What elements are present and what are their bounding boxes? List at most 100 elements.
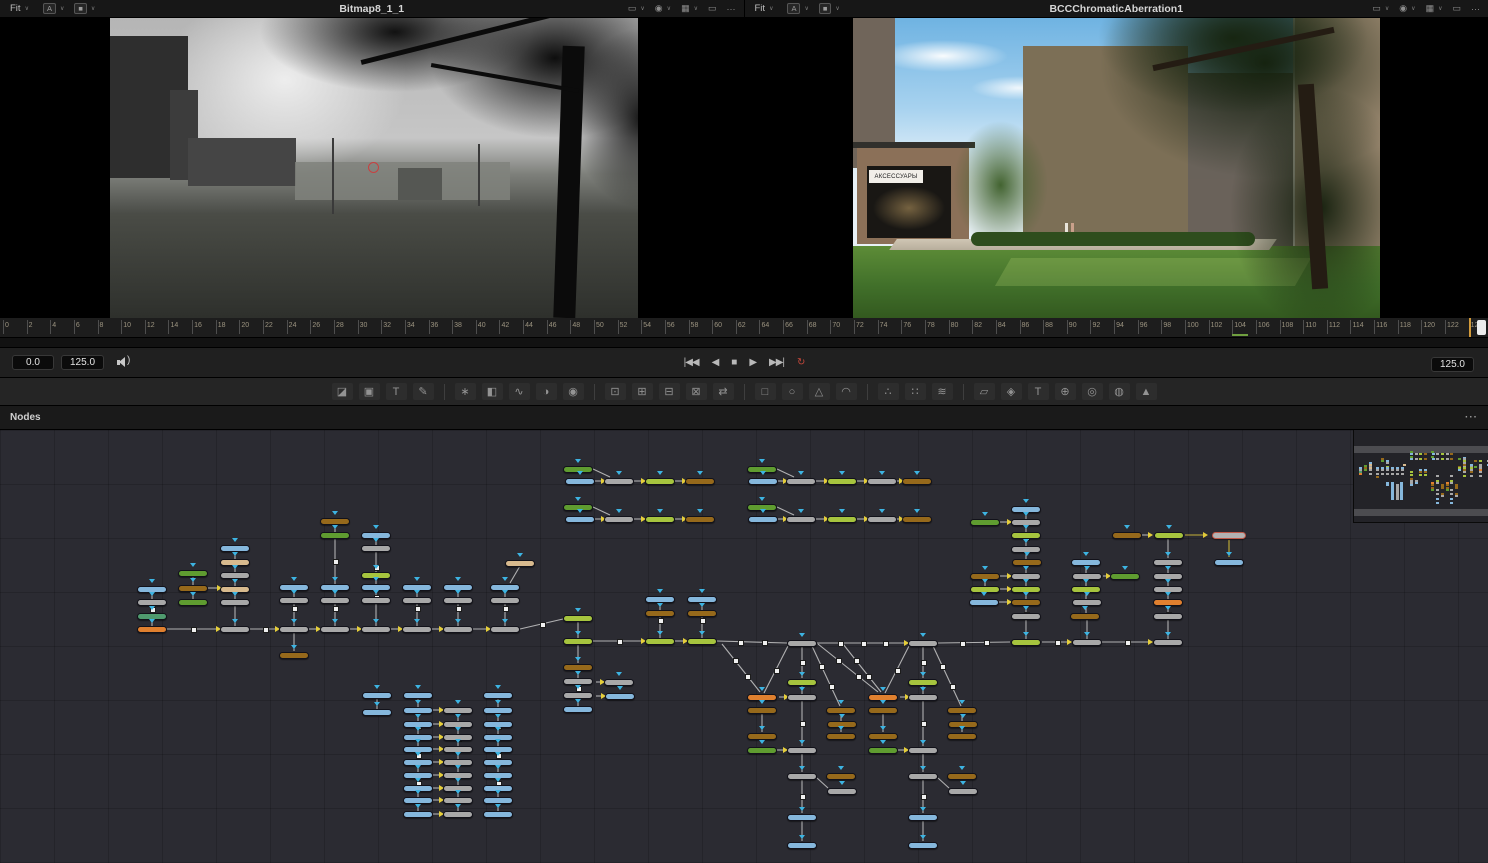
- fusion-node[interactable]: [867, 515, 897, 523]
- fusion-node[interactable]: [362, 691, 392, 699]
- fusion-node[interactable]: [1214, 558, 1244, 566]
- viewer-layout-select[interactable]: ■ ∨: [74, 3, 95, 14]
- fusion-node[interactable]: [908, 813, 938, 821]
- fusion-node[interactable]: [787, 841, 817, 849]
- merge3d-tool-button[interactable]: ⊕: [1054, 383, 1076, 400]
- fusion-node[interactable]: [563, 677, 593, 685]
- fusion-node[interactable]: [748, 477, 778, 485]
- pemitter-tool-button[interactable]: ∴: [877, 383, 899, 400]
- polygon-mask-tool-button[interactable]: △: [808, 383, 830, 400]
- mattecontrol-tool-button[interactable]: ⊠: [685, 383, 707, 400]
- fusion-node[interactable]: [361, 625, 391, 633]
- fusion-node[interactable]: [505, 559, 535, 567]
- fusion-node[interactable]: [908, 678, 938, 686]
- fusion-node[interactable]: [685, 477, 715, 485]
- fusion-node[interactable]: [220, 544, 250, 552]
- pmerge-tool-button[interactable]: ∷: [904, 383, 926, 400]
- fusion-node[interactable]: [1153, 598, 1183, 606]
- fusion-node[interactable]: [948, 787, 978, 795]
- colorcurves-tool-button[interactable]: ∿: [508, 383, 530, 400]
- fusion-node[interactable]: [483, 691, 513, 699]
- fusion-node[interactable]: [827, 515, 857, 523]
- stereo-select[interactable]: ▭ ∨: [628, 3, 645, 14]
- viewer-options-menu[interactable]: ···: [727, 4, 736, 14]
- fusion-node[interactable]: [786, 477, 816, 485]
- fusion-node[interactable]: [970, 518, 1000, 526]
- last-frame-button[interactable]: ▶▶|: [769, 357, 785, 368]
- timeline-ruler[interactable]: 0 2 4 6 8 10 12 14 16 18 20 22 24 26 28 30 32 34 36 38 40 42 4…: [0, 318, 1488, 338]
- fusion-node[interactable]: [867, 477, 897, 485]
- guides-select[interactable]: ▦ ∨: [1426, 3, 1443, 14]
- fusion-node[interactable]: [1070, 612, 1100, 620]
- fusion-node[interactable]: [1212, 531, 1246, 539]
- fusion-node[interactable]: [483, 810, 513, 818]
- fusion-node[interactable]: [747, 746, 777, 754]
- fusion-node[interactable]: [826, 732, 856, 740]
- light3d-tool-button[interactable]: ◍: [1108, 383, 1130, 400]
- current-frame-field[interactable]: 125.0: [1430, 356, 1474, 372]
- background-tool-button[interactable]: ∗: [454, 383, 476, 400]
- node-graph[interactable]: [0, 430, 1488, 863]
- fusion-node[interactable]: [178, 598, 208, 606]
- fusion-node[interactable]: [443, 596, 473, 604]
- stereo-select[interactable]: ▭ ∨: [1372, 3, 1389, 14]
- fusion-node[interactable]: [748, 515, 778, 523]
- fusion-node[interactable]: [687, 595, 717, 603]
- fusion-node[interactable]: [868, 746, 898, 754]
- fastnoise-tool-button[interactable]: ◧: [481, 383, 503, 400]
- fusion-node[interactable]: [1011, 638, 1041, 646]
- fusion-node[interactable]: [827, 787, 857, 795]
- fusion-node[interactable]: [279, 625, 309, 633]
- fusion-node[interactable]: [320, 531, 350, 539]
- fusion-node[interactable]: [687, 637, 717, 645]
- fusion-node[interactable]: [1153, 638, 1183, 646]
- saver-tool-button[interactable]: ▣: [358, 383, 380, 400]
- fusion-node[interactable]: [787, 693, 817, 701]
- guides-select[interactable]: ▦ ∨: [681, 3, 698, 14]
- fusion-node[interactable]: [1072, 598, 1102, 606]
- right-zoom-select[interactable]: Fit ∨: [755, 3, 774, 14]
- fusion-node[interactable]: [1072, 638, 1102, 646]
- resize-tool-button[interactable]: ⇄: [712, 383, 734, 400]
- playhead-handle[interactable]: [1477, 320, 1486, 335]
- fusion-node[interactable]: [362, 708, 392, 716]
- fusion-node[interactable]: [605, 692, 635, 700]
- fusion-node[interactable]: [685, 515, 715, 523]
- rectangle-mask-tool-button[interactable]: □: [754, 383, 776, 400]
- expand-viewer[interactable]: ▭: [708, 3, 717, 14]
- fusion-node[interactable]: [902, 515, 932, 523]
- fusion-node[interactable]: [868, 732, 898, 740]
- fusion-node[interactable]: [645, 595, 675, 603]
- fusion-node[interactable]: [563, 691, 593, 699]
- fusion-node[interactable]: [563, 705, 593, 713]
- fusion-node[interactable]: [747, 706, 777, 714]
- fusion-node[interactable]: [1011, 531, 1041, 539]
- fusion-node[interactable]: [1154, 531, 1184, 539]
- playhead[interactable]: [1468, 318, 1471, 337]
- paint-tool-button[interactable]: ✎: [412, 383, 434, 400]
- fusion-node[interactable]: [787, 813, 817, 821]
- fusion-node[interactable]: [969, 598, 999, 606]
- camera3d-tool-button[interactable]: ◎: [1081, 383, 1103, 400]
- range-start-field[interactable]: 0.0: [12, 355, 54, 370]
- fusion-node[interactable]: [443, 625, 473, 633]
- fusion-node[interactable]: [279, 651, 309, 659]
- loader-tool-button[interactable]: ◪: [331, 383, 353, 400]
- fusion-node[interactable]: [747, 732, 777, 740]
- channel-select[interactable]: A ∨: [787, 3, 809, 14]
- fusion-node[interactable]: [947, 732, 977, 740]
- fusion-node[interactable]: [483, 706, 513, 714]
- fusion-node[interactable]: [178, 569, 208, 577]
- fusion-node[interactable]: [1153, 612, 1183, 620]
- fusion-node[interactable]: [645, 637, 675, 645]
- fusion-node[interactable]: [403, 810, 433, 818]
- brightnesscontrast-tool-button[interactable]: ◑: [535, 383, 557, 400]
- fusion-node[interactable]: [687, 609, 717, 617]
- right-viewer-canvas[interactable]: АКСЕССУАРЫ: [853, 18, 1380, 318]
- fusion-node[interactable]: [403, 691, 433, 699]
- fusion-node[interactable]: [902, 477, 932, 485]
- merge-tool-button[interactable]: ⊞: [631, 383, 653, 400]
- channelbooleans-tool-button[interactable]: ⊟: [658, 383, 680, 400]
- fusion-node[interactable]: [908, 772, 938, 780]
- fusion-node[interactable]: [565, 477, 595, 485]
